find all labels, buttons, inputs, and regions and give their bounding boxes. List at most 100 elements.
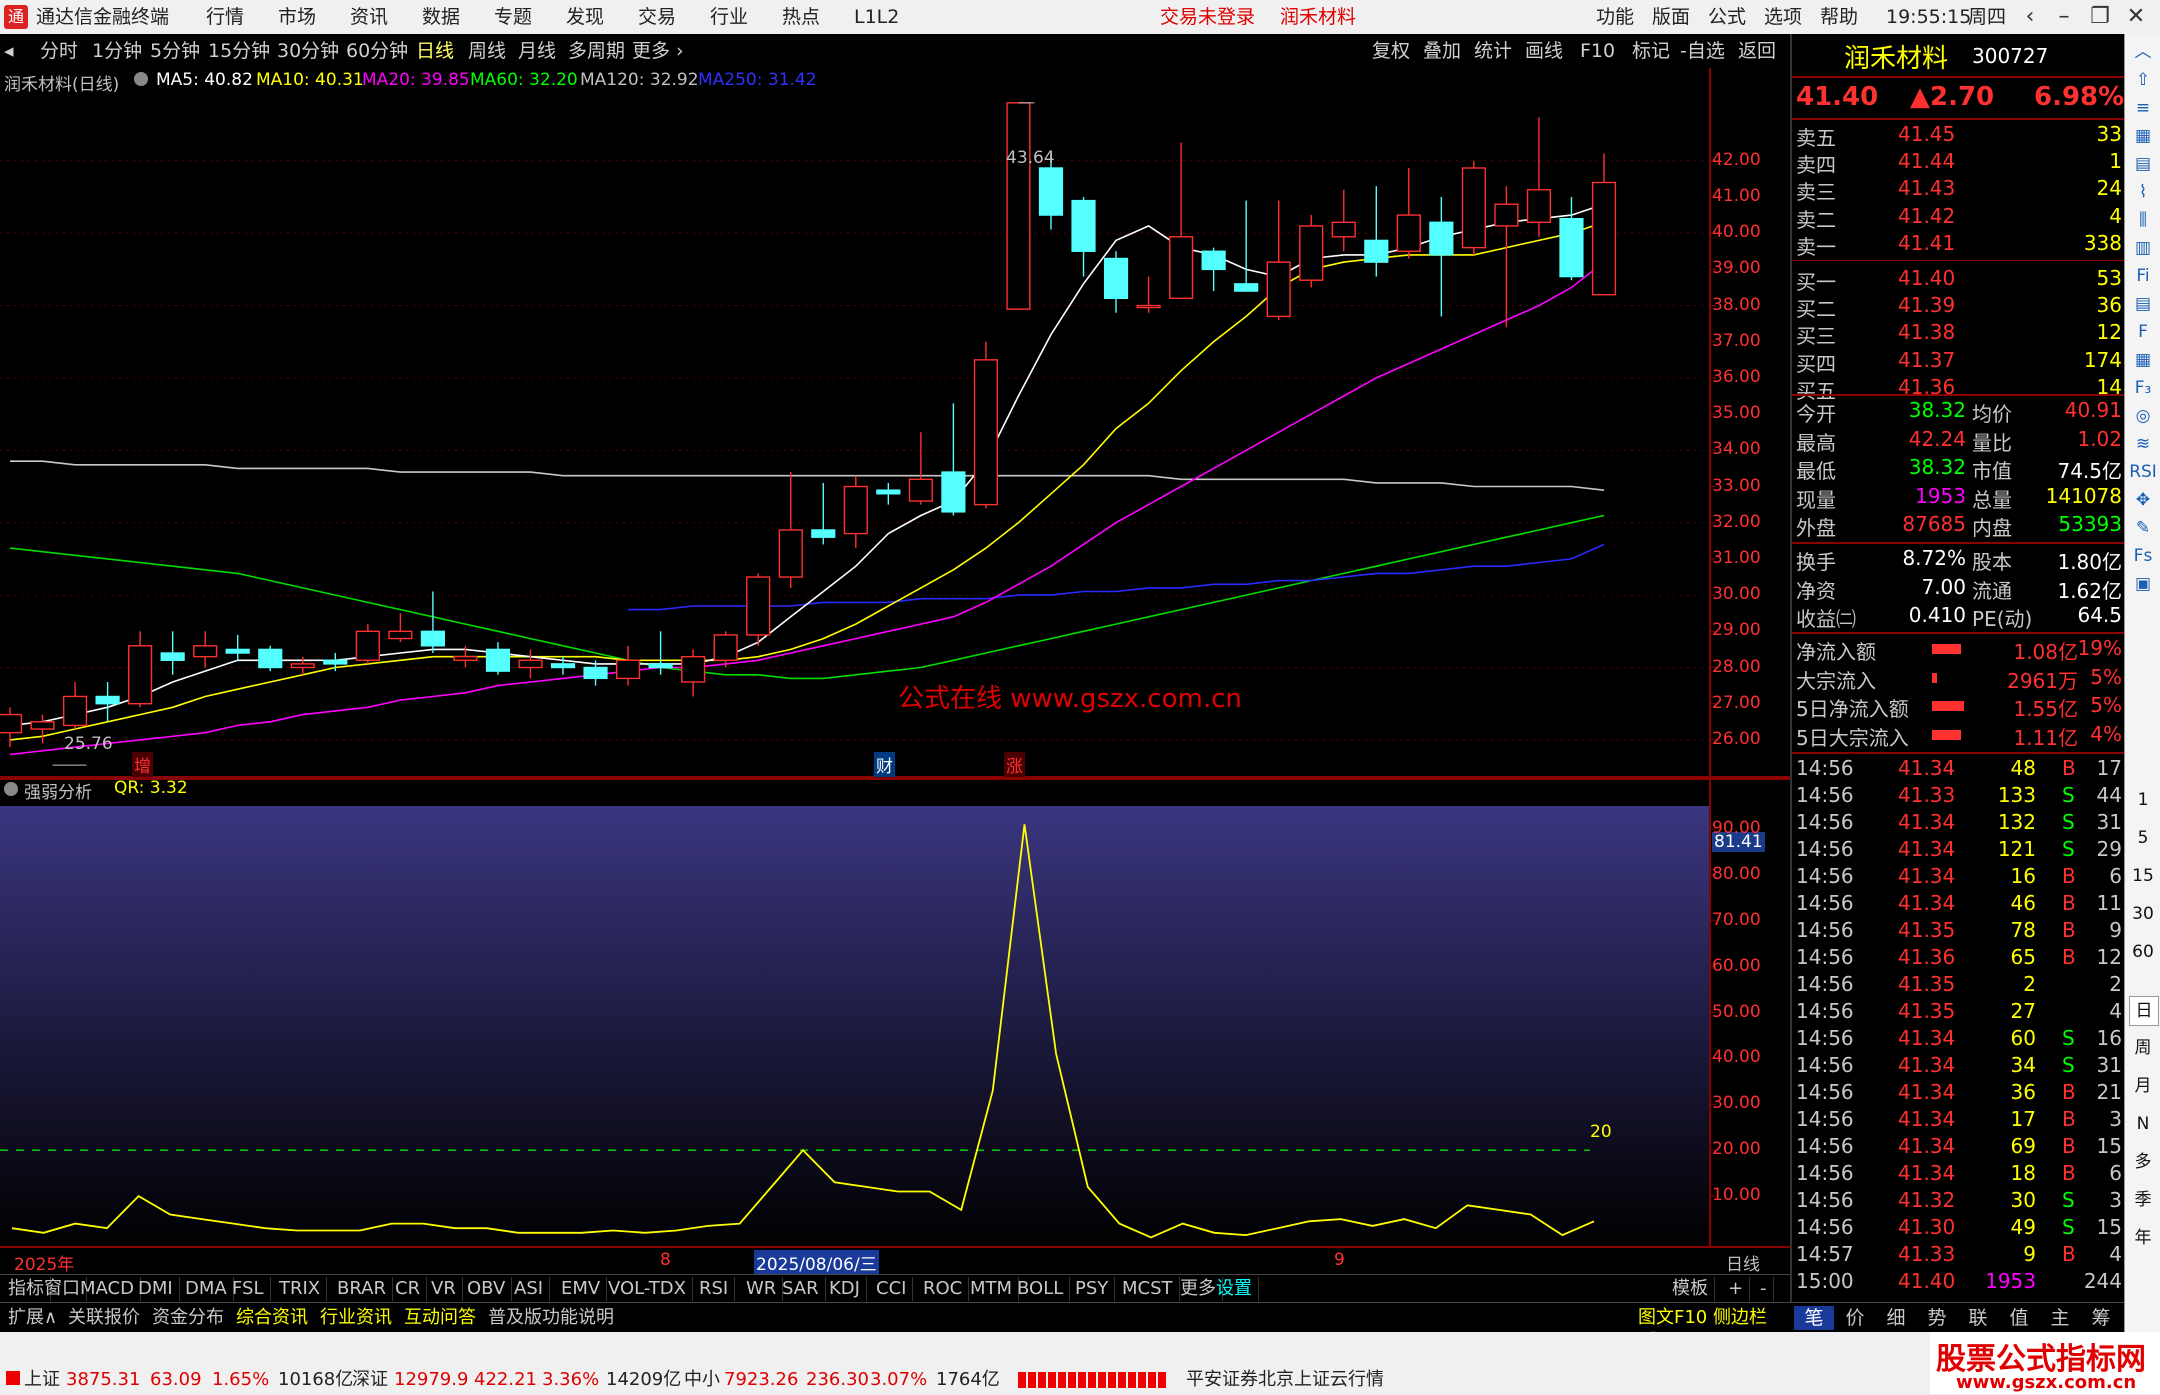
btn-f10[interactable]: F10 [1580, 38, 1615, 64]
rise-icon[interactable]: ≋ [2129, 430, 2157, 458]
sidebar-period[interactable]: 15 [2129, 862, 2157, 890]
indicator-tab[interactable]: RSI [693, 1277, 736, 1301]
indicator-tab[interactable]: BRAR [331, 1277, 393, 1301]
menu-redian[interactable]: 热点 [782, 4, 820, 30]
menu-l1l2[interactable]: L1L2 [854, 4, 899, 30]
period-more[interactable]: 更多 [632, 38, 670, 64]
menu-gongneng[interactable]: 功能 [1596, 4, 1634, 30]
sidebar-period[interactable]: 季 [2129, 1186, 2157, 1214]
event-mark-zeng[interactable]: 增 [132, 752, 153, 777]
pen-icon[interactable]: ✎ [2129, 514, 2157, 542]
menu-xuanxiang[interactable]: 选项 [1764, 4, 1802, 30]
right-tab[interactable]: 主 [2040, 1306, 2080, 1330]
more-chevron-icon[interactable]: › [676, 38, 684, 64]
f3-icon[interactable]: F₃ [2129, 374, 2157, 402]
btn-biaoji[interactable]: 标记 [1632, 38, 1670, 64]
indicator-tab[interactable]: DMI [132, 1277, 180, 1301]
kline-icon[interactable]: ⫼ [2129, 206, 2157, 234]
period-monthly[interactable]: 月线 [518, 38, 556, 64]
ext-hangye[interactable]: 行业资讯 [314, 1306, 398, 1330]
template-button[interactable]: 模板 [1666, 1277, 1715, 1301]
candle[interactable] [1006, 102, 1031, 310]
login-status[interactable]: 交易未登录 [1160, 4, 1255, 30]
btn-zixuan[interactable]: -自选 [1680, 38, 1725, 64]
indicator-tab[interactable]: VR [425, 1277, 463, 1301]
doc-icon[interactable]: ▤ [2129, 290, 2157, 318]
f10-icon[interactable]: Fi [2129, 262, 2157, 290]
indicator-tab[interactable]: 设置 [1210, 1277, 1259, 1301]
period-60min[interactable]: 60分钟 [346, 38, 408, 64]
ext-zonghe[interactable]: 综合资讯 [230, 1306, 314, 1330]
fs-icon[interactable]: Fs [2129, 542, 2157, 570]
ext-hudong[interactable]: 互动问答 [398, 1306, 482, 1330]
chart-settings-icon[interactable] [134, 72, 148, 86]
indicator-tab[interactable]: BOLL [1011, 1277, 1071, 1301]
btn-diejia[interactable]: 叠加 [1423, 38, 1461, 64]
sidebar-period[interactable]: 5 [2129, 824, 2157, 852]
candle[interactable] [973, 341, 999, 509]
sh-name[interactable]: 上证 [24, 1368, 60, 1392]
event-mark-cai[interactable]: 财 [874, 752, 895, 777]
ext-guanlian[interactable]: 关联报价 [62, 1306, 146, 1330]
indicator-tab[interactable]: ROC [917, 1277, 970, 1301]
period-weekly[interactable]: 周线 [468, 38, 506, 64]
news-icon[interactable]: ▥ [2129, 234, 2157, 262]
menu-gongshi[interactable]: 公式 [1708, 4, 1746, 30]
period-1min[interactable]: 1分钟 [92, 38, 142, 64]
ring-icon[interactable]: ◎ [2129, 402, 2157, 430]
period-30min[interactable]: 30分钟 [277, 38, 339, 64]
rsi-icon[interactable]: RSI [2129, 458, 2157, 486]
menu-zixun[interactable]: 资讯 [350, 4, 388, 30]
sz-name[interactable]: 深证 [352, 1368, 388, 1392]
back-arrow-icon[interactable]: ‹ [2012, 2, 2048, 32]
kline-chart[interactable]: 润禾材料(日线) MA5: 40.82 MA10: 40.31 MA20: 39… [0, 68, 1790, 778]
indicator-tab[interactable]: TRIX [273, 1277, 328, 1301]
candle[interactable] [1461, 160, 1486, 255]
remove-indicator-button[interactable]: - [1754, 1277, 1774, 1301]
period-15min[interactable]: 15分钟 [208, 38, 270, 64]
period-fenshi[interactable]: 分时 [40, 38, 78, 64]
close-icon[interactable]: ✕ [2118, 2, 2154, 32]
right-tab[interactable]: 笔 [1794, 1306, 1834, 1330]
menu-faxian[interactable]: 发现 [566, 4, 604, 30]
right-tab[interactable]: 细 [1876, 1306, 1916, 1330]
candle[interactable] [1299, 215, 1324, 288]
indicator-tab[interactable]: OBV [461, 1277, 513, 1301]
sidebar-period[interactable]: 周 [2129, 1034, 2157, 1062]
f2-icon[interactable]: F [2129, 318, 2157, 346]
move-icon[interactable]: ✥ [2129, 486, 2157, 514]
btn-fanhui[interactable]: 返回 [1738, 38, 1776, 64]
sidebar-period[interactable]: 1 [2129, 786, 2157, 814]
right-tab[interactable]: 筹 [2081, 1306, 2121, 1330]
ext-expand[interactable]: 扩展∧ [2, 1306, 63, 1330]
sidebar-period[interactable]: 日 [2129, 996, 2159, 1026]
arrow-up-icon[interactable]: ⇧ [2129, 66, 2157, 94]
btn-fuquan[interactable]: 复权 [1372, 38, 1410, 64]
period-multi[interactable]: 多周期 [568, 38, 625, 64]
sidebar-period[interactable]: 60 [2129, 938, 2157, 966]
period-5min[interactable]: 5分钟 [150, 38, 200, 64]
menu-banmian[interactable]: 版面 [1652, 4, 1690, 30]
ext-right[interactable]: 图文F10 侧边栏《 [1632, 1306, 1790, 1352]
list-icon[interactable]: ≡ [2129, 94, 2157, 122]
menu-hangqing[interactable]: 行情 [206, 4, 244, 30]
minimize-icon[interactable]: – [2046, 2, 2082, 32]
qr-svg[interactable] [0, 778, 1790, 1248]
period-daily[interactable]: 日线 [416, 38, 454, 64]
zx-name[interactable]: 中小 [684, 1368, 720, 1392]
sidebar-period[interactable]: 30 [2129, 900, 2157, 928]
indicator-tab[interactable]: ASI [508, 1277, 551, 1301]
indicator-tab[interactable]: MCST [1116, 1277, 1180, 1301]
btn-huaxian[interactable]: 画线 [1525, 38, 1563, 64]
chart-icon[interactable]: ▣ [2129, 570, 2157, 598]
indicator-tab[interactable]: CR [389, 1277, 428, 1301]
menu-zhuanti[interactable]: 专题 [494, 4, 532, 30]
menu-hangye[interactable]: 行业 [710, 4, 748, 30]
menu-shichang[interactable]: 市场 [278, 4, 316, 30]
menu-shuju[interactable]: 数据 [422, 4, 460, 30]
indicator-tab[interactable]: FSL [226, 1277, 271, 1301]
ext-zijin[interactable]: 资金分布 [146, 1306, 230, 1330]
menu-bangzhu[interactable]: 帮助 [1820, 4, 1858, 30]
right-tab[interactable]: 联 [1958, 1306, 1998, 1330]
qr-indicator-chart[interactable]: 强弱分析 QR: 3.32 81.41 20 2025年 8 2025/08/0… [0, 778, 1790, 1275]
